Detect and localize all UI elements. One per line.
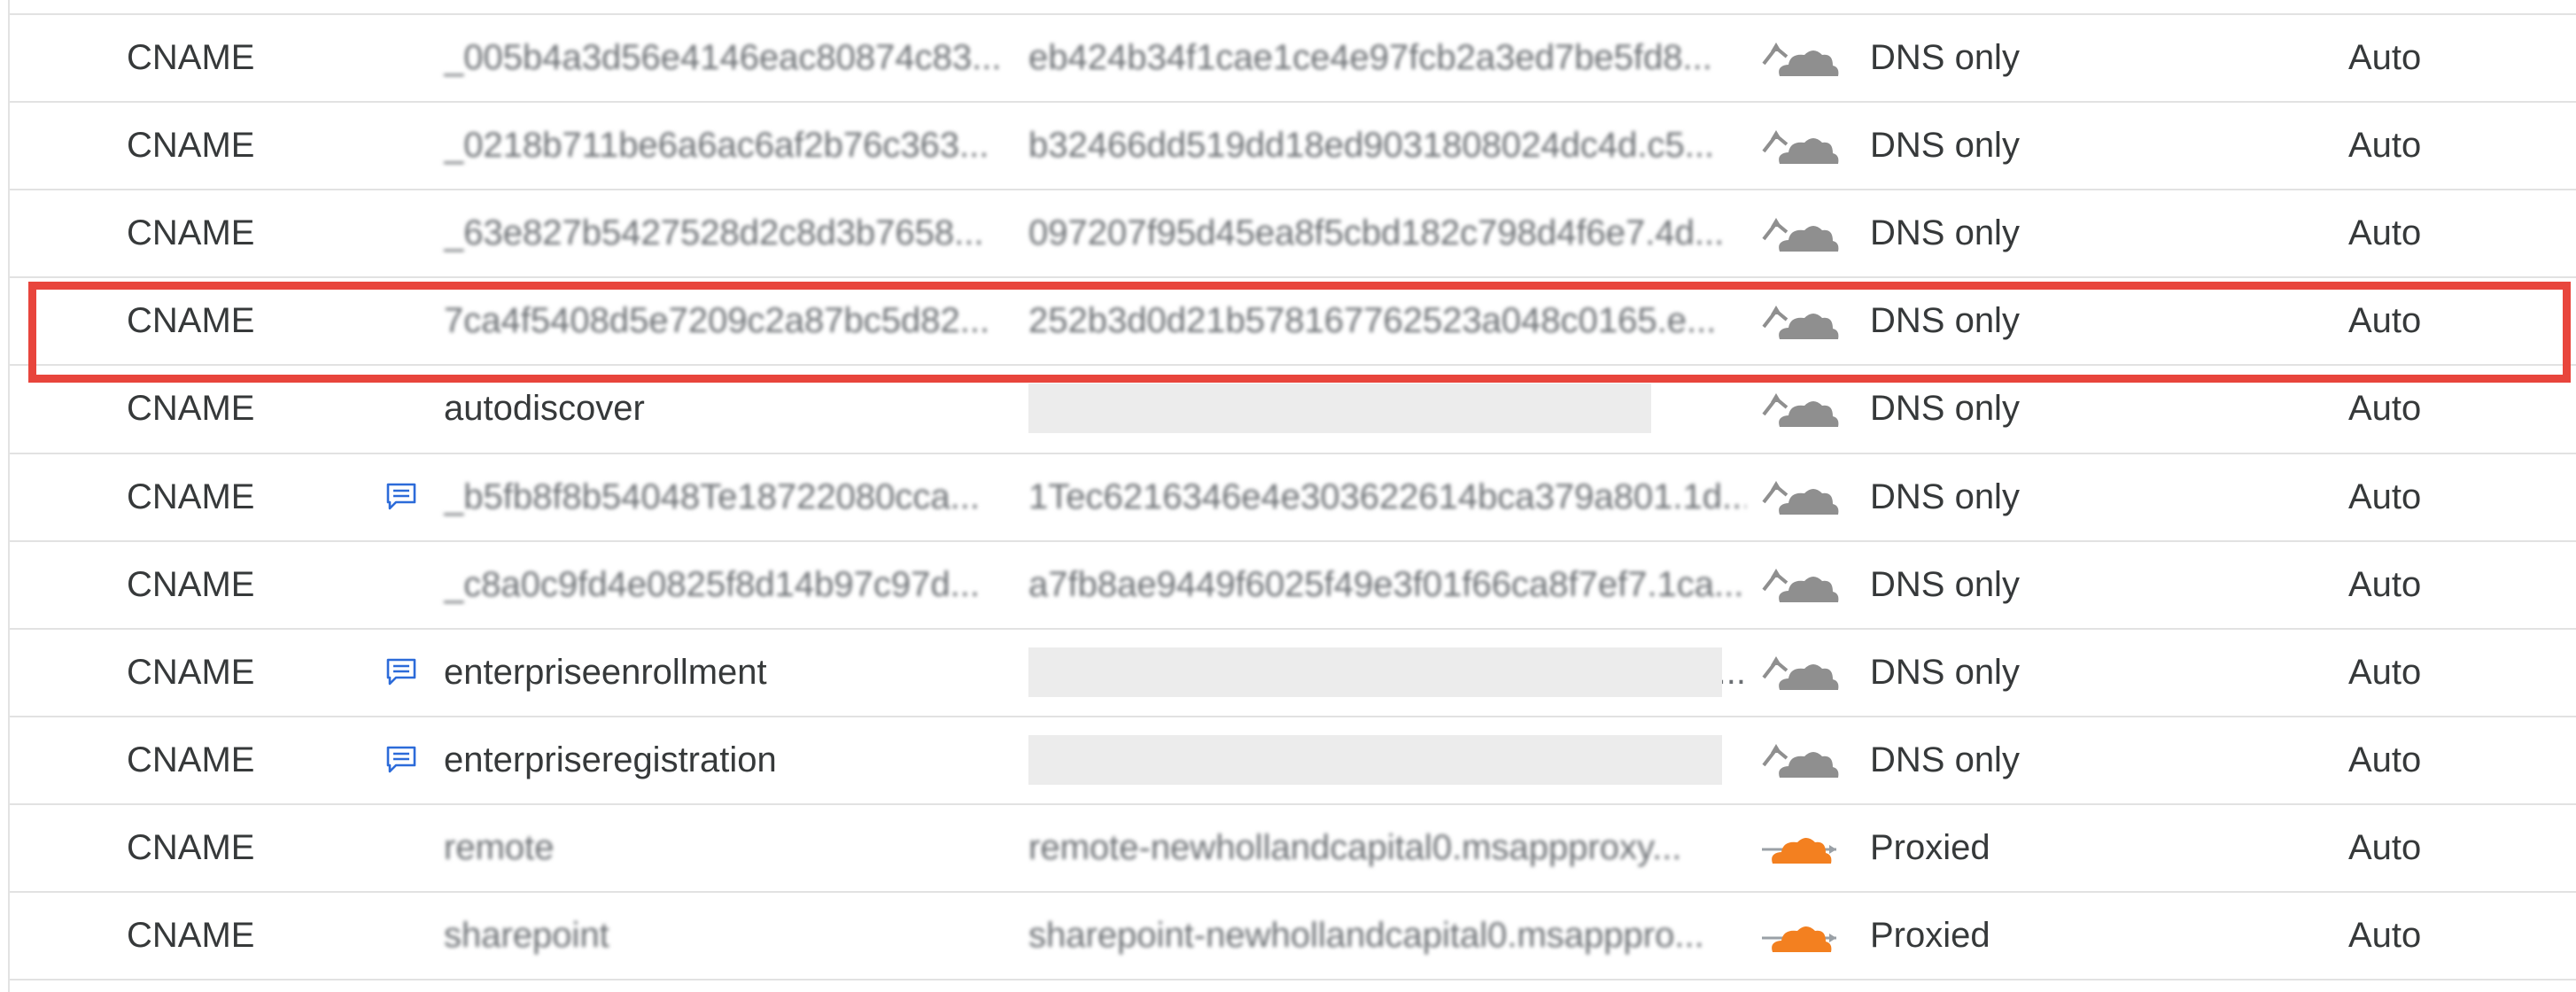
record-content: sharepoint-newhollandcapital0.msapppro..… [1028, 916, 1704, 955]
row-divider [10, 979, 2576, 981]
ttl: Auto [2348, 477, 2422, 516]
record-type: CNAME [127, 740, 255, 779]
cloud-dns-only-icon [1760, 717, 1858, 803]
table-row[interactable]: CNAME _63e827b5427528d2c8d3b7658... 097207… [10, 190, 2576, 276]
ttl: Auto [2348, 916, 2422, 955]
record-content: b32466dd519dd18ed9031808024dc4d.c5... [1028, 126, 1715, 166]
comment-icon[interactable] [375, 454, 428, 540]
record-type: CNAME [127, 564, 255, 604]
record-name: _63e827b5427528d2c8d3b7658... [444, 213, 984, 253]
record-name: enterpriseregistration [444, 740, 777, 779]
record-content: ... [1028, 630, 1746, 716]
record-name: _c8a0c9fd4e0825f8d14b97c97d... [444, 564, 980, 604]
table-row[interactable]: CNAME enterpriseregistration DNS only Auto [10, 717, 2576, 803]
proxy-status: DNS only [1870, 38, 2020, 77]
redaction-box [1028, 734, 1722, 785]
record-type: CNAME [127, 652, 255, 692]
record-type: CNAME [127, 126, 255, 166]
comment-icon[interactable] [375, 717, 428, 803]
proxy-status: Proxied [1870, 916, 1990, 955]
table-row[interactable]: CNAME _005b4a3d56e4146eac80874c83... eb424… [10, 15, 2576, 101]
dns-records-table: CNAME _005b4a3d56e4146eac80874c83... eb424… [0, 0, 2576, 992]
record-content: remote-newhollandcapital0.msappproxy... [1028, 827, 1682, 867]
cloud-proxied-icon [1760, 893, 1858, 979]
cloud-dns-only-icon [1760, 190, 1858, 276]
ttl: Auto [2348, 564, 2422, 604]
highlight-box [28, 282, 2571, 383]
ttl: Auto [2348, 827, 2422, 867]
cloud-dns-only-icon [1760, 542, 1858, 628]
proxy-status: DNS only [1870, 477, 2020, 516]
record-type: CNAME [127, 38, 255, 77]
record-name: enterpriseenrollment [444, 652, 767, 692]
record-name: _005b4a3d56e4146eac80874c83... [444, 38, 1002, 77]
ttl: Auto [2348, 38, 2422, 77]
record-content: eb424b34f1cae1ce4e97fcb2a3ed7be5fd8... [1028, 38, 1712, 77]
record-name: sharepoint [444, 916, 609, 955]
cloud-dns-only-icon [1760, 15, 1858, 101]
proxy-status: DNS only [1870, 652, 2020, 692]
record-content [1028, 717, 1746, 803]
ttl: Auto [2348, 126, 2422, 166]
table-row[interactable]: CNAME sharepoint sharepoint-newhollandcapi… [10, 893, 2576, 979]
ttl: Auto [2348, 652, 2422, 692]
proxy-status: DNS only [1870, 213, 2020, 253]
proxy-status: Proxied [1870, 827, 1990, 867]
table-row[interactable]: CNAME remote remote-newhollandcapital0.msa… [10, 805, 2576, 891]
record-name: _b5fb8f8b54048Te18722080cca... [444, 477, 980, 516]
table-row[interactable]: CNAME enterpriseenrollment... DNS only Auto [10, 630, 2576, 716]
table-row[interactable]: CNAME _0218b711be6a6ac6af2b76c363... b3246… [10, 103, 2576, 189]
proxy-status: DNS only [1870, 564, 2020, 604]
record-content: 097207f95d45ea8f5cbd182c798d4f6e7.4d... [1028, 213, 1725, 253]
record-type: CNAME [127, 827, 255, 867]
record-name: _0218b711be6a6ac6af2b76c363... [444, 126, 989, 166]
cloud-dns-only-icon [1760, 454, 1858, 540]
proxy-status: DNS only [1870, 740, 2020, 779]
record-type: CNAME [127, 916, 255, 955]
table-row[interactable]: CNAME _b5fb8f8b54048Te18722080cca... 1Tec6… [10, 454, 2576, 540]
redaction-box [1028, 384, 1651, 434]
redaction-box [1028, 647, 1722, 697]
cloud-dns-only-icon [1760, 630, 1858, 716]
record-type: CNAME [127, 477, 255, 516]
comment-icon[interactable] [375, 630, 428, 716]
cloud-proxied-icon [1760, 805, 1858, 891]
record-content: a7fb8ae9449f6025f49e3f01f66ca8f7ef7.1ca.… [1028, 564, 1744, 604]
record-type: CNAME [127, 213, 255, 253]
cloud-dns-only-icon [1760, 103, 1858, 189]
record-content: 1Tec6216346e4e303622614bca379a801.1d... [1028, 477, 1746, 516]
table-row[interactable]: CNAME _c8a0c9fd4e0825f8d14b97c97d... a7fb8… [10, 542, 2576, 628]
record-name: remote [444, 827, 555, 867]
proxy-status: DNS only [1870, 126, 2020, 166]
ttl: Auto [2348, 213, 2422, 253]
ttl: Auto [2348, 740, 2422, 779]
